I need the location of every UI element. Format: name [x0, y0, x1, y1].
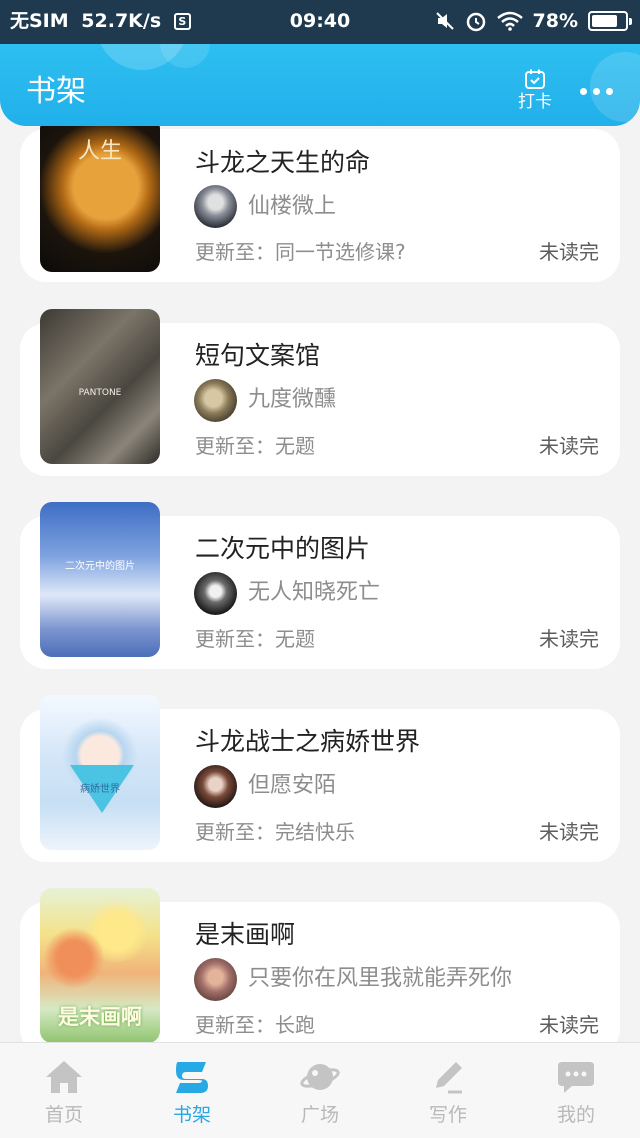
author-name: 只要你在风里我就能弄死你 — [248, 966, 513, 991]
author-avatar — [194, 185, 237, 228]
chat-bubble-icon — [558, 1062, 594, 1093]
nav-item-home[interactable]: 首页 — [0, 1043, 128, 1138]
author-name: 仙楼微上 — [248, 194, 337, 219]
nav-label: 广场 — [300, 1104, 339, 1126]
author-name: 九度微醺 — [248, 387, 337, 412]
author-avatar — [194, 572, 237, 615]
book-card[interactable]: 二次元中的图片 二次元中的图片 无人知晓死亡 更新至：无题 未读完 — [20, 502, 620, 669]
book-title: 二次元中的图片 — [195, 534, 371, 563]
author-name: 但愿安陌 — [248, 773, 337, 798]
book-cover: 病娇世界 — [40, 695, 160, 850]
more-dots-icon — [579, 87, 587, 95]
book-title: 斗龙战士之病娇世界 — [195, 727, 421, 756]
book-title: 短句文案馆 — [195, 341, 321, 370]
cover-title: 病娇世界 — [80, 784, 120, 795]
more-dots-icon — [592, 87, 600, 95]
read-status: 未读完 — [539, 240, 599, 264]
cover-title: 二次元中的图片 — [65, 561, 135, 572]
update-info: 更新至：无题 — [195, 434, 315, 458]
read-status: 未读完 — [539, 434, 599, 458]
wifi-icon — [496, 11, 523, 31]
nav-label: 我的 — [556, 1104, 595, 1126]
cover-illustration — [44, 928, 104, 988]
book-card[interactable]: PANTONE 短句文案馆 九度微醺 更新至：无题 未读完 — [20, 309, 620, 476]
planet-icon — [300, 1064, 340, 1090]
book-card[interactable]: 是末画啊 是末画啊 只要你在风里我就能弄死你 更新至：长跑 未读完 — [20, 888, 620, 1042]
home-icon — [46, 1061, 82, 1093]
update-info: 更新至：完结快乐 — [195, 820, 355, 844]
nav-item-bookshelf[interactable]: 书架 — [128, 1043, 256, 1138]
status-bar: 无SIM 52.7K/s S 09:40 78% — [0, 0, 640, 44]
author-avatar — [194, 765, 237, 808]
book-card[interactable]: 人生 斗龙之天生的命 仙楼微上 更新至：同一节选修课? 未读完 — [20, 126, 620, 282]
update-info: 更新至：无题 — [195, 627, 315, 651]
read-status: 未读完 — [539, 1013, 599, 1037]
nav-label: 写作 — [428, 1104, 467, 1126]
pen-icon — [436, 1062, 462, 1094]
alarm-icon — [466, 12, 485, 32]
book-cover: PANTONE — [40, 309, 160, 464]
read-status: 未读完 — [539, 627, 599, 651]
calendar-check-icon — [525, 69, 545, 89]
author-avatar — [194, 379, 237, 422]
more-dots-icon — [605, 87, 613, 95]
book-card[interactable]: 病娇世界 斗龙战士之病娇世界 但愿安陌 更新至：完结快乐 未读完 — [20, 695, 620, 862]
nav-item-square[interactable]: 广场 — [256, 1043, 384, 1138]
status-right: 78% — [435, 8, 632, 34]
page-title: 书架 — [26, 74, 86, 109]
author-avatar — [194, 958, 237, 1001]
nav-item-write[interactable]: 写作 — [384, 1043, 512, 1138]
update-info: 更新至：同一节选修课? — [195, 240, 406, 264]
book-cover: 二次元中的图片 — [40, 502, 160, 657]
nav-label: 书架 — [172, 1104, 211, 1126]
book-title: 是末画啊 — [195, 920, 296, 949]
bookshelf-list[interactable]: 人生 斗龙之天生的命 仙楼微上 更新至：同一节选修课? 未读完 PANTONE … — [0, 126, 640, 1042]
bottom-nav: 首页 书架 广场 写作 我的 — [0, 1042, 640, 1138]
checkin-button[interactable]: 打卡 — [512, 68, 558, 116]
book-cover: 是末画啊 — [40, 888, 160, 1042]
more-options-button[interactable] — [576, 78, 616, 104]
battery-level — [592, 15, 617, 27]
read-status: 未读完 — [539, 820, 599, 844]
bookshelf-icon — [176, 1062, 208, 1093]
book-title: 斗龙之天生的命 — [195, 148, 371, 177]
mute-icon — [435, 12, 454, 30]
cover-title: 是末画啊 — [58, 1005, 142, 1029]
author-name: 无人知晓死亡 — [248, 580, 381, 605]
nav-item-me[interactable]: 我的 — [512, 1043, 640, 1138]
update-info: 更新至：长跑 — [195, 1013, 315, 1037]
nav-label: 首页 — [44, 1104, 83, 1126]
checkin-label: 打卡 — [518, 92, 552, 112]
battery-percent: 78% — [532, 10, 578, 32]
battery-icon — [588, 11, 632, 31]
book-cover: 人生 — [40, 126, 160, 272]
cover-title: 人生 — [77, 139, 122, 164]
cover-title: PANTONE — [78, 388, 122, 398]
